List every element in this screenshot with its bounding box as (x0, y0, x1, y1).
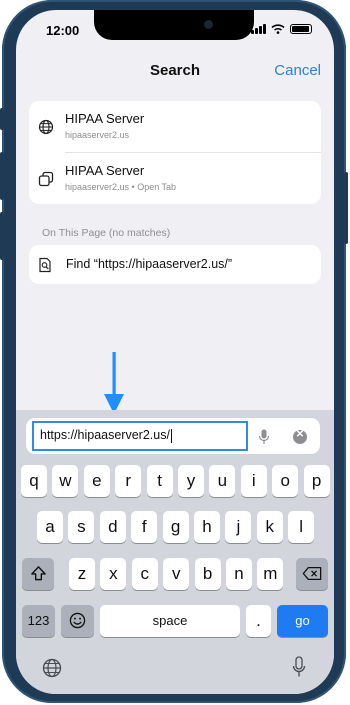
emoji-icon (69, 612, 86, 629)
find-on-page-row[interactable]: Find “https://hipaaserver2.us/” (29, 245, 321, 284)
key-w[interactable]: w (52, 465, 79, 497)
notch (94, 10, 254, 40)
dictation-microphone-icon[interactable] (292, 656, 306, 678)
key-i[interactable]: i (240, 465, 267, 497)
arrow-down-icon (104, 352, 124, 414)
volume-up-button (0, 152, 4, 200)
silent-switch (0, 108, 4, 130)
key-c[interactable]: c (131, 558, 158, 590)
status-icons (251, 24, 312, 34)
key-f[interactable]: f (131, 511, 158, 543)
key-g[interactable]: g (162, 511, 189, 543)
key-s[interactable]: s (68, 511, 95, 543)
url-input[interactable]: https://hipaaserver2.us/ (32, 421, 248, 451)
tabs-icon (38, 171, 54, 187)
go-key[interactable]: go (277, 605, 328, 637)
key-k[interactable]: k (256, 511, 283, 543)
suggestion-title: HIPAA Server (65, 163, 145, 178)
key-j[interactable]: j (225, 511, 252, 543)
key-e[interactable]: e (83, 465, 110, 497)
shift-icon (30, 566, 46, 581)
key-t[interactable]: t (146, 465, 173, 497)
suggestions-card: HIPAA Server hipaaserver2.us HIPAA Serve… (29, 101, 321, 204)
suggestion-url: hipaaserver2.us • Open Tab (65, 182, 177, 192)
status-time: 12:00 (46, 23, 80, 38)
key-h[interactable]: h (194, 511, 220, 543)
period-key[interactable]: . (246, 605, 271, 637)
suggestion-url: hipaaserver2.us (65, 130, 130, 140)
backspace-key[interactable] (296, 558, 328, 590)
url-input-value: https://hipaaserver2.us/ (40, 428, 170, 442)
backspace-icon (302, 566, 322, 581)
wifi-icon (271, 24, 285, 34)
on-this-page-label: On This Page (no matches) (42, 227, 171, 239)
battery-icon (290, 24, 312, 34)
clear-input-button[interactable]: ✕ (293, 429, 307, 444)
key-l[interactable]: l (288, 511, 315, 543)
volume-down-button (0, 212, 4, 260)
key-d[interactable]: d (99, 511, 126, 543)
power-button (344, 172, 348, 244)
keyboard: https://hipaaserver2.us/ ✕ qwertyuiop as… (16, 410, 334, 694)
shift-key[interactable] (22, 558, 54, 590)
text-caret (170, 428, 172, 443)
key-n[interactable]: n (226, 558, 252, 590)
globe-icon (38, 119, 54, 135)
key-p[interactable]: p (303, 465, 330, 497)
key-b[interactable]: b (194, 558, 221, 590)
key-o[interactable]: o (272, 465, 299, 497)
cancel-button[interactable]: Cancel (274, 62, 321, 79)
microphone-icon[interactable] (258, 429, 270, 445)
key-m[interactable]: m (257, 558, 284, 590)
emoji-key[interactable] (61, 605, 94, 637)
screen: 12:00 Search Cancel HIPAA Server hipaase… (16, 10, 334, 694)
camera-icon (204, 20, 213, 29)
key-x[interactable]: x (100, 558, 127, 590)
find-on-page-text: Find “https://hipaaserver2.us/” (66, 257, 233, 271)
key-z[interactable]: z (69, 558, 95, 590)
suggestion-result[interactable]: HIPAA Server hipaaserver2.us (29, 101, 321, 151)
search-header: Search Cancel (16, 56, 334, 86)
key-y[interactable]: y (178, 465, 204, 497)
find-in-page-icon (39, 257, 51, 273)
suggestion-title: HIPAA Server (65, 111, 145, 126)
key-u[interactable]: u (209, 465, 236, 497)
globe-icon[interactable] (42, 658, 62, 678)
key-r[interactable]: r (115, 465, 142, 497)
key-v[interactable]: v (163, 558, 190, 590)
clear-x-icon: ✕ (295, 429, 305, 440)
open-tab-result[interactable]: HIPAA Server hipaaserver2.us • Open Tab (29, 153, 321, 203)
numbers-key[interactable]: 123 (22, 605, 55, 637)
key-a[interactable]: a (37, 511, 63, 543)
space-key[interactable]: space (100, 605, 240, 637)
key-q[interactable]: q (21, 465, 47, 497)
